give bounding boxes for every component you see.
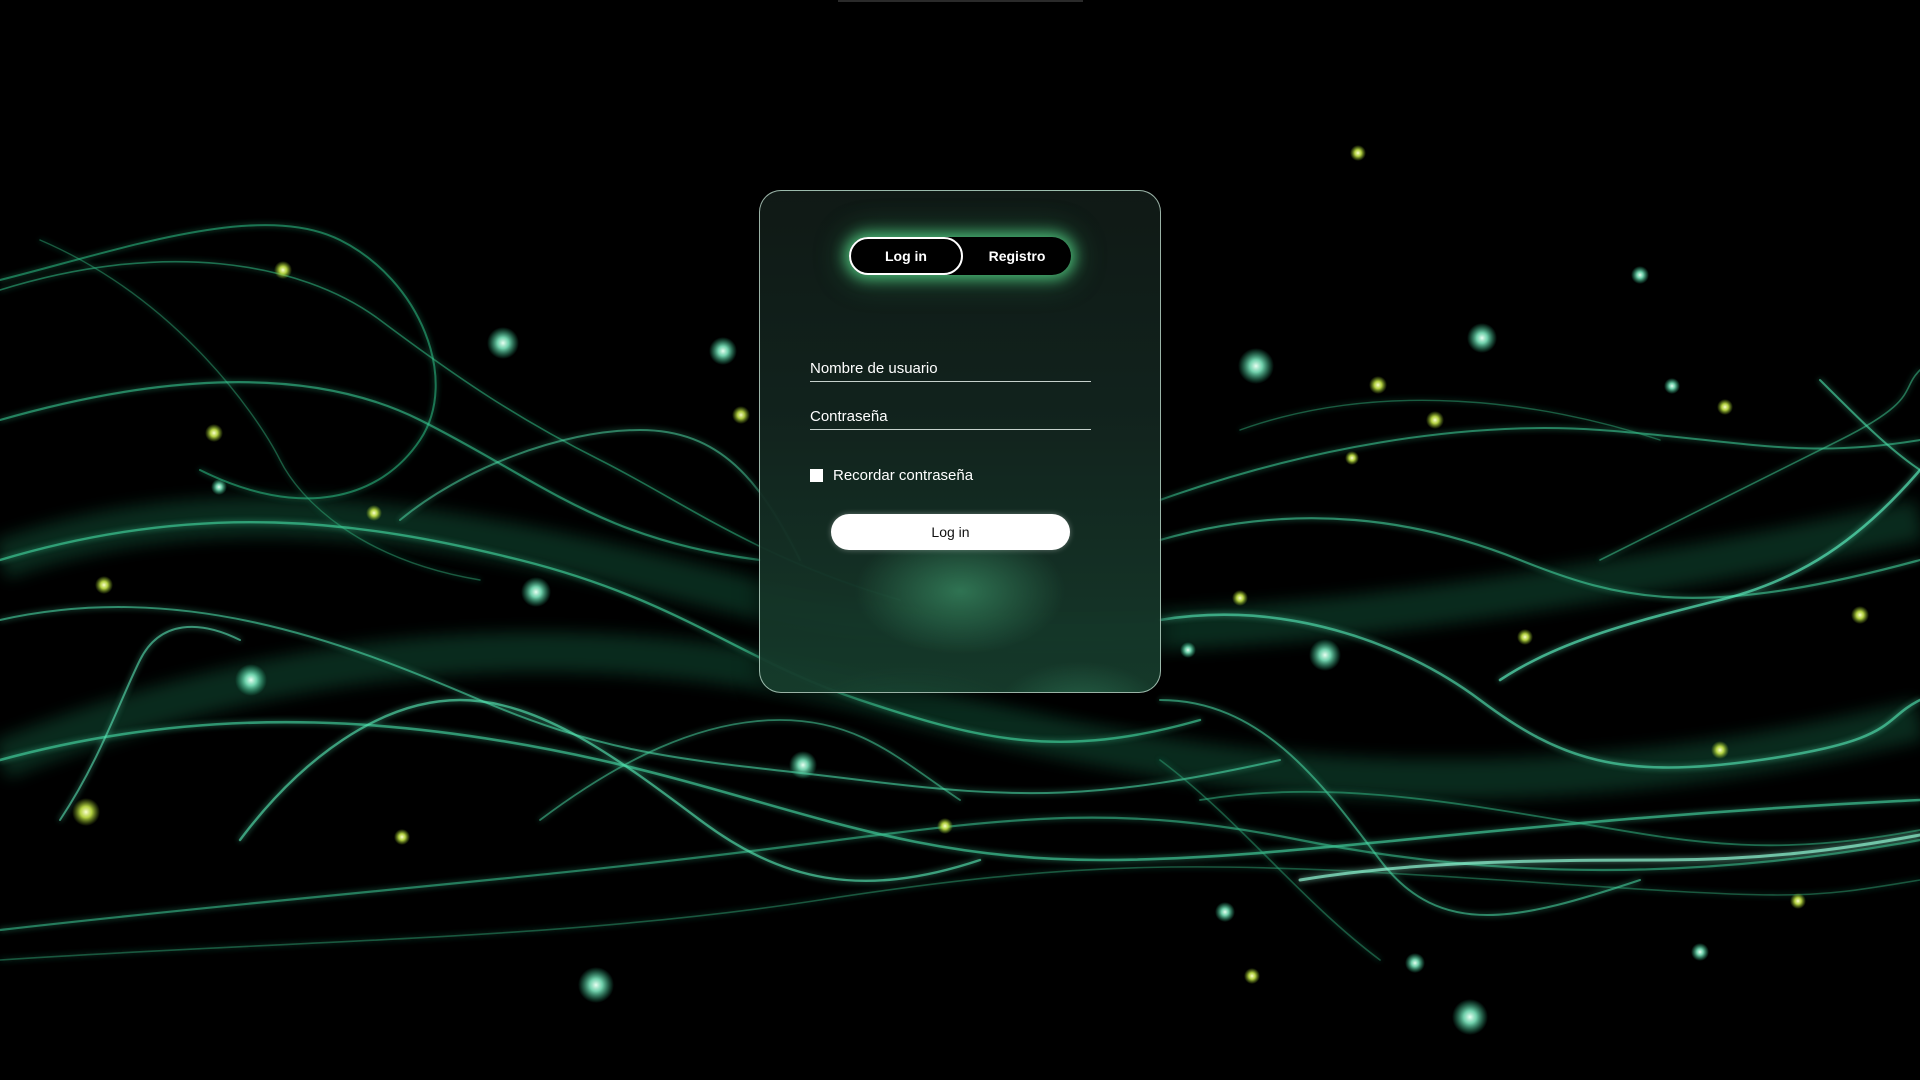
auth-mode-toggle: Log in Registro — [849, 237, 1071, 275]
login-submit-button[interactable]: Log in — [831, 514, 1070, 550]
tab-register[interactable]: Registro — [963, 237, 1071, 275]
login-page: Log in Registro Recordar contraseña Log … — [0, 0, 1920, 1080]
password-field-container — [810, 399, 1091, 430]
top-edge-bar — [838, 0, 1083, 2]
username-field-container — [810, 351, 1091, 382]
remember-password-label[interactable]: Recordar contraseña — [833, 467, 973, 484]
remember-password-row: Recordar contraseña — [810, 466, 973, 484]
password-input[interactable] — [810, 408, 1091, 425]
username-input[interactable] — [810, 360, 1091, 377]
remember-password-checkbox[interactable] — [810, 468, 823, 482]
tab-login[interactable]: Log in — [849, 237, 963, 275]
login-card: Log in Registro Recordar contraseña Log … — [759, 190, 1161, 693]
